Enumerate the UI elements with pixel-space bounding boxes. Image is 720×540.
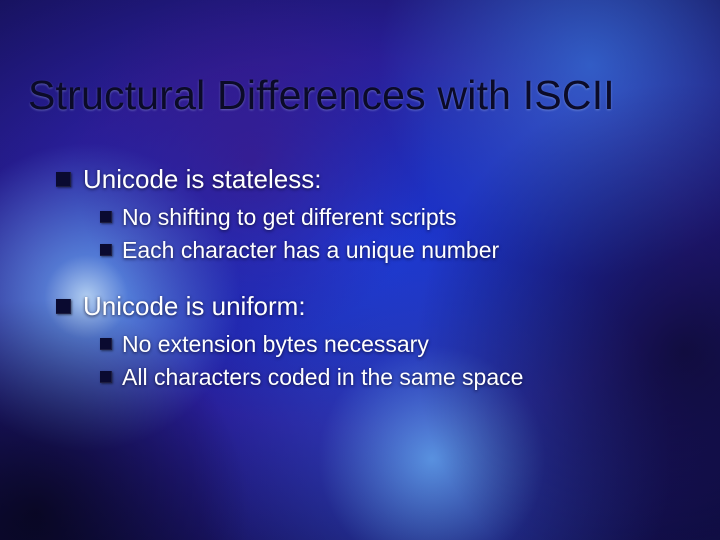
bullet-level2: Each character has a unique number: [100, 235, 676, 265]
bullet-square-icon: [100, 371, 112, 383]
bullet-level2: No shifting to get different scripts: [100, 202, 676, 232]
slide: Structural Differences with ISCII Unicod…: [0, 0, 720, 540]
bullet-square-icon: [100, 244, 112, 256]
bullet-level1: Unicode is uniform:: [56, 289, 676, 323]
bullet-square-icon: [56, 172, 71, 187]
bullet-text: Unicode is stateless:: [83, 162, 676, 196]
slide-body: Unicode is stateless: No shifting to get…: [56, 162, 676, 394]
bullet-text: Unicode is uniform:: [83, 289, 676, 323]
bullet-level2: No extension bytes necessary: [100, 329, 676, 359]
bullet-square-icon: [100, 211, 112, 223]
slide-title: Structural Differences with ISCII: [28, 72, 692, 119]
bullet-level2: All characters coded in the same space: [100, 362, 676, 392]
bullet-square-icon: [56, 299, 71, 314]
spacer: [56, 267, 676, 289]
bullet-text: Each character has a unique number: [122, 235, 676, 265]
bullet-level1: Unicode is stateless:: [56, 162, 676, 196]
bullet-text: No extension bytes necessary: [122, 329, 676, 359]
bullet-text: All characters coded in the same space: [122, 362, 676, 392]
bullet-square-icon: [100, 338, 112, 350]
bullet-text: No shifting to get different scripts: [122, 202, 676, 232]
